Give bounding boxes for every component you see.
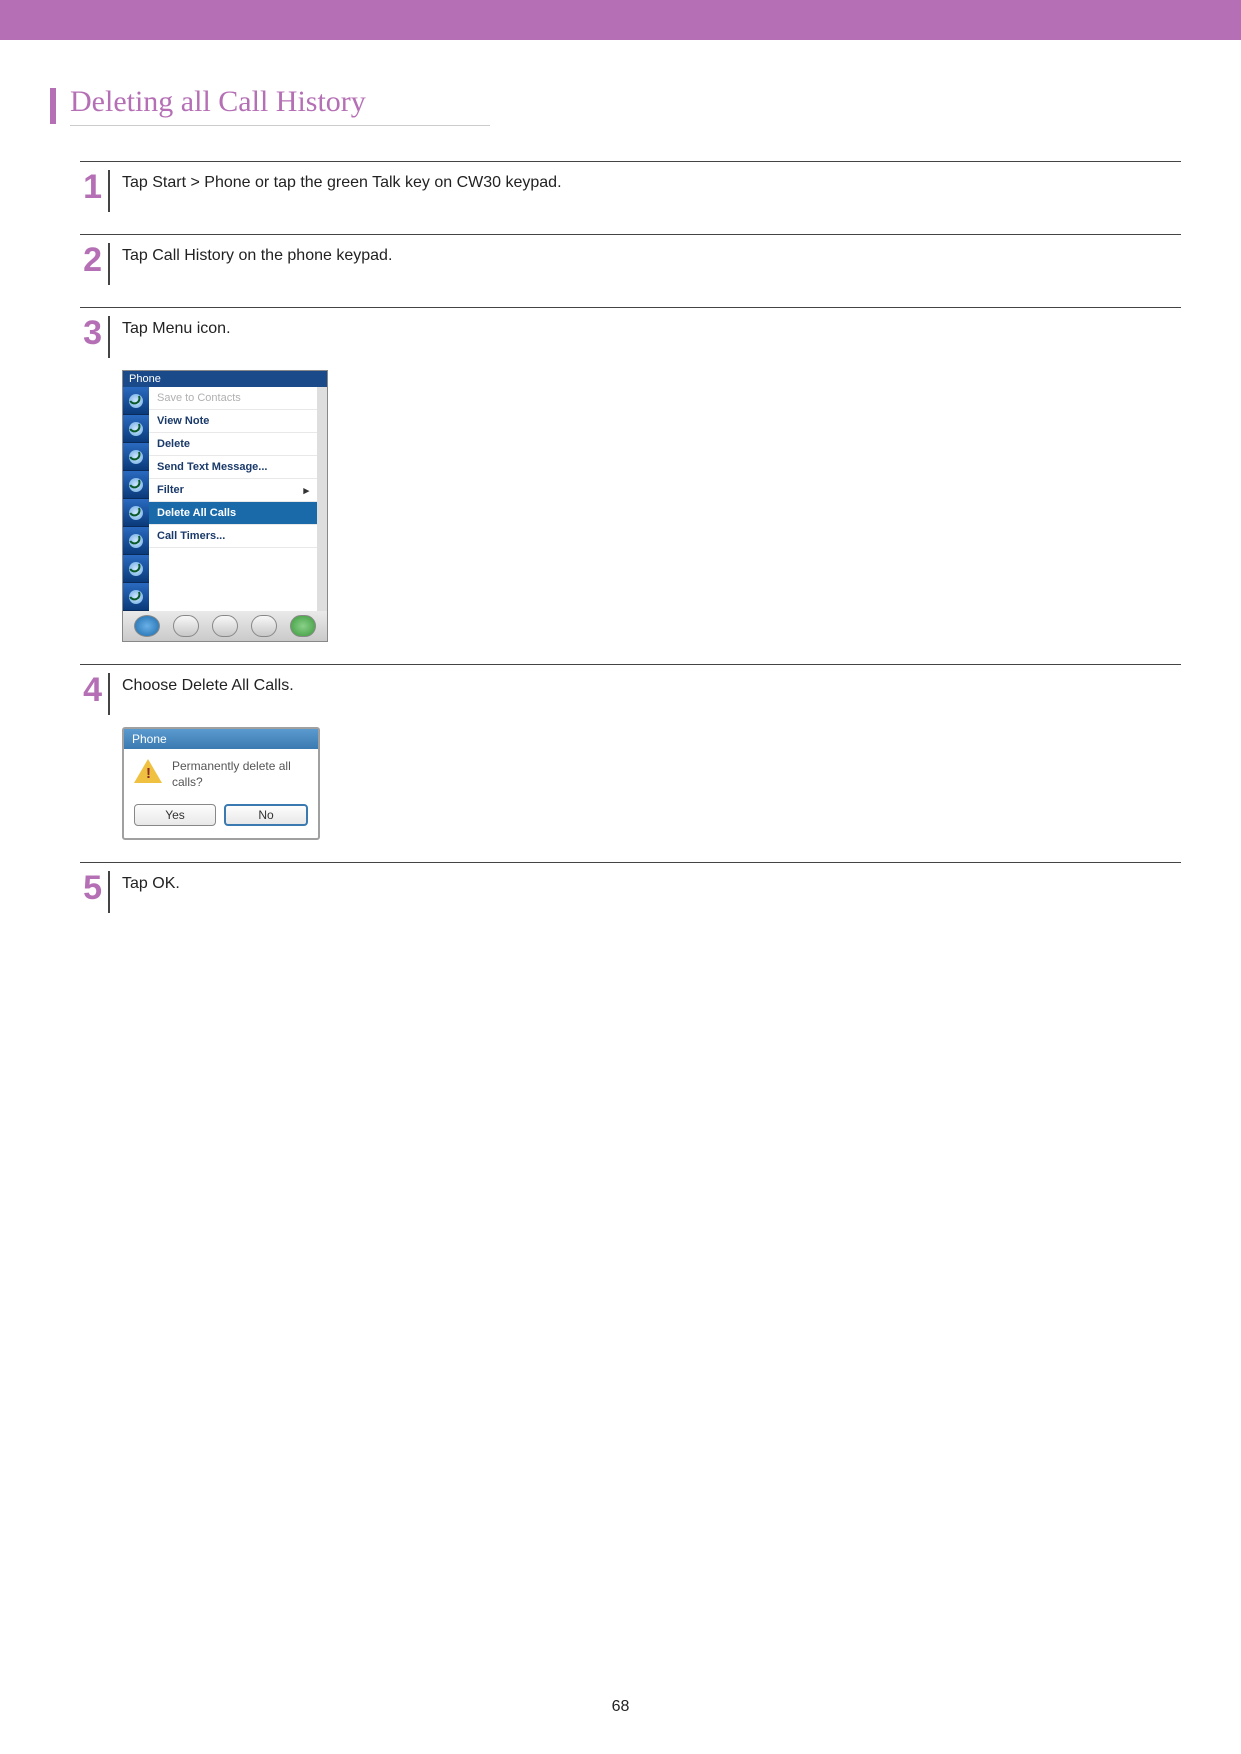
page-number: 68: [0, 1698, 1241, 1716]
menu-save-to-contacts[interactable]: Save to Contacts: [149, 387, 317, 410]
section-title-wrap: Deleting all Call History: [50, 85, 1191, 126]
menu-send-text[interactable]: Send Text Message...: [149, 456, 317, 479]
dialog-titlebar: Phone: [124, 729, 318, 749]
no-button[interactable]: No: [224, 804, 308, 826]
menu-delete[interactable]: Delete: [149, 433, 317, 456]
step-number: 1: [80, 170, 110, 212]
call-list-icons: [123, 387, 149, 611]
step-1: 1 Tap Start > Phone or tap the green Tal…: [80, 161, 1181, 212]
phone-app-title: Phone: [129, 373, 161, 385]
step-text: Choose Delete All Calls.: [110, 673, 1181, 695]
windows-start-icon[interactable]: [134, 615, 160, 637]
call-icon: [123, 443, 149, 471]
call-icon: [123, 555, 149, 583]
call-icon: [123, 415, 149, 443]
phone-menu-screenshot: Phone Save to Contacts: [122, 370, 328, 642]
menu-delete-all-calls[interactable]: Delete All Calls: [149, 502, 317, 525]
call-icon: [123, 527, 149, 555]
phone-app-titlebar: Phone: [123, 371, 327, 387]
step-4: 4 Choose Delete All Calls. Phone ! Perma…: [80, 664, 1181, 840]
ok-button-icon[interactable]: [290, 615, 316, 637]
step-number: 5: [80, 871, 110, 913]
menu-call-timers[interactable]: Call Timers...: [149, 525, 317, 548]
warning-icon: !: [134, 759, 162, 785]
context-menu: Save to Contacts View Note Delete Send T…: [149, 387, 317, 611]
step-3: 3 Tap Menu icon. Phone: [80, 307, 1181, 642]
call-icon: [123, 387, 149, 415]
menu-view-note[interactable]: View Note: [149, 410, 317, 433]
yes-button[interactable]: Yes: [134, 804, 216, 826]
page-content: Deleting all Call History 1 Tap Start > …: [0, 40, 1241, 913]
bottom-toolbar: [123, 611, 327, 641]
step-number: 2: [80, 243, 110, 285]
call-icon: [123, 583, 149, 611]
step-number: 3: [80, 316, 110, 358]
confirm-dialog-screenshot: Phone ! Permanently delete all calls? Ye…: [122, 727, 320, 840]
menu-filter[interactable]: Filter: [149, 479, 317, 502]
step-text: Tap Menu icon.: [110, 316, 1181, 338]
call-icon: [123, 499, 149, 527]
step-5: 5 Tap OK.: [80, 862, 1181, 913]
section-title: Deleting all Call History: [70, 85, 490, 126]
call-icon: [123, 471, 149, 499]
dialog-message: Permanently delete all calls?: [172, 759, 308, 790]
scrollbar[interactable]: [317, 387, 327, 611]
toolbar-menu-icon[interactable]: [251, 615, 277, 637]
step-2: 2 Tap Call History on the phone keypad.: [80, 234, 1181, 285]
step-text: Tap OK.: [110, 871, 1181, 893]
step-text: Tap Start > Phone or tap the green Talk …: [110, 170, 1181, 192]
title-accent-bar: [50, 88, 56, 124]
header-bar: [0, 0, 1241, 40]
step-number: 4: [80, 673, 110, 715]
toolbar-call-icon[interactable]: [173, 615, 199, 637]
toolbar-contacts-icon[interactable]: [212, 615, 238, 637]
step-text: Tap Call History on the phone keypad.: [110, 243, 1181, 265]
